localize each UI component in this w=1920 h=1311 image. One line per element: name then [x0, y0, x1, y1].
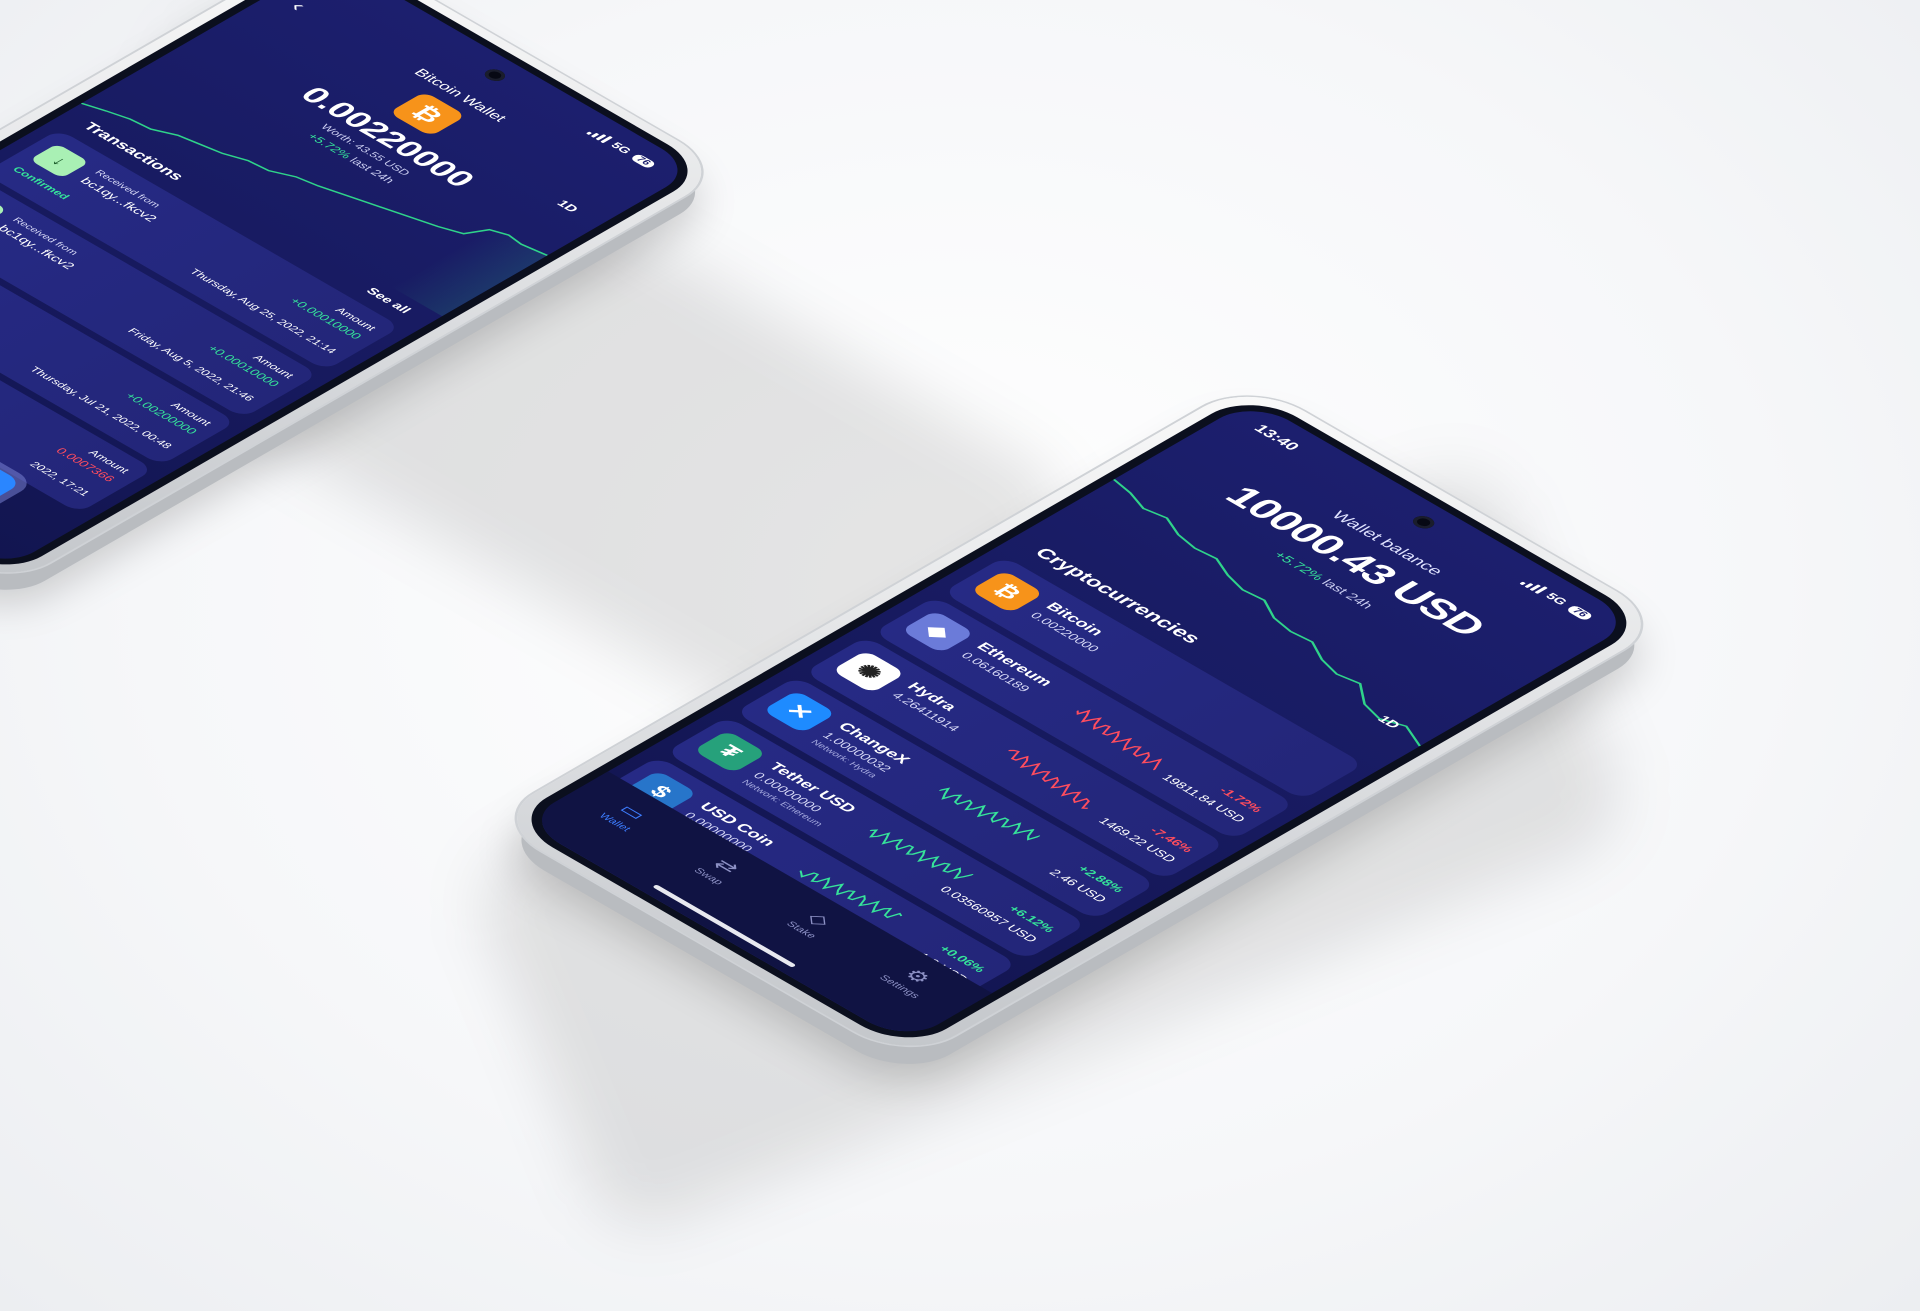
signal-icon	[1519, 577, 1548, 594]
hydra-icon: ✺	[831, 650, 906, 694]
battery-icon: 76	[629, 153, 658, 169]
ethereum-icon: ◆	[900, 610, 976, 654]
receive-icon: ↓	[29, 143, 90, 179]
tab-settings[interactable]: ⚙ Settings	[876, 960, 946, 1000]
tab-swap[interactable]: ⇄ Swap	[691, 853, 750, 887]
status-time: 13:40	[1250, 422, 1304, 453]
network-label: 5G	[607, 140, 635, 156]
bitcoin-icon: ₿	[969, 570, 1045, 614]
tab-wallet[interactable]: ▭ Wallet	[596, 798, 657, 833]
battery-icon: 76	[1565, 604, 1595, 621]
scene: 5G 76 ‹ Bitcoin Wallet ₿ 0.00220000 Wort…	[0, 0, 1920, 1311]
tether-usd-icon: ₮	[692, 730, 768, 774]
network-label: 5G	[1542, 590, 1571, 608]
changex-icon: ✕	[761, 690, 837, 734]
tab-stake[interactable]: ◇ Stake	[783, 906, 842, 940]
range-selector[interactable]: 1D	[554, 198, 582, 214]
signal-icon	[585, 128, 613, 144]
receive-icon: ↓	[0, 191, 8, 226]
